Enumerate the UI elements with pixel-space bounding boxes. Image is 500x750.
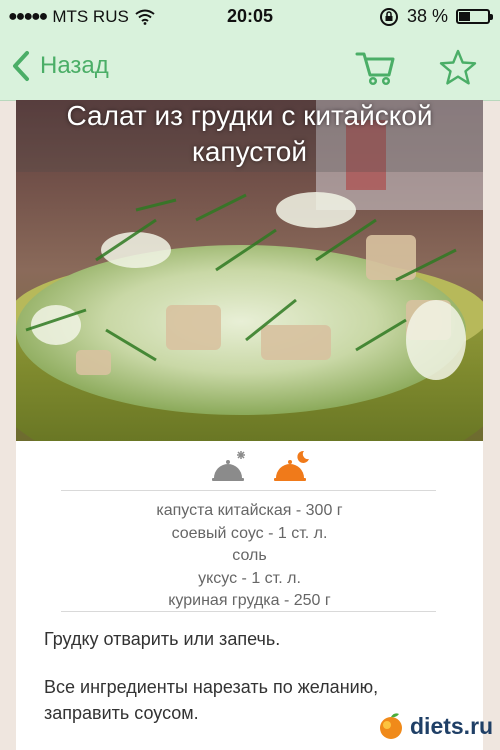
ingredient-item: соль: [232, 547, 267, 564]
watermark-text: diets.ru: [410, 712, 494, 739]
star-icon[interactable]: [439, 48, 477, 86]
back-button[interactable]: Назад: [10, 49, 109, 83]
rotation-lock-icon: [379, 7, 398, 26]
battery-icon: [456, 9, 493, 24]
ingredient-item: куриная грудка - 250 г: [168, 592, 331, 609]
status-right: 38 %: [379, 6, 493, 27]
battery-percent: 38 %: [406, 6, 448, 26]
step-text: Грудку отварить или запечь.: [44, 629, 281, 649]
ingredients-list: капуста китайская - 300 г соевый соус - …: [16, 500, 483, 613]
ingredient-item: капуста китайская - 300 г: [156, 502, 343, 519]
recipe-photo: Салат из грудки с китайской капустой: [16, 100, 483, 441]
apple-logo-icon: [380, 713, 402, 739]
ingredient-item: соевый соус - 1 ст. л.: [171, 524, 328, 542]
divider-bottom: [61, 611, 436, 612]
back-label: Назад: [40, 52, 109, 79]
recipe-title-line-2: капустой: [191, 136, 307, 167]
recipe-title-line-1: Салат из грудки с китайской: [66, 100, 433, 131]
cart-icon[interactable]: [355, 48, 395, 86]
navigation-bar: Назад: [0, 36, 500, 101]
recipe-title: Салат из грудки с китайской капустой: [16, 100, 483, 170]
ingredient-item: уксус - 1 ст. л.: [198, 569, 301, 587]
recipe-card: Салат из грудки с китайской капустой кап…: [16, 100, 483, 750]
chevron-left-icon: [13, 51, 29, 81]
cloche-night-icon: [274, 450, 309, 481]
meal-time-icons: [16, 450, 483, 486]
status-bar: ●●●●● MTS RUS 20:05 38 %: [0, 0, 500, 36]
watermark: diets.ru: [376, 710, 493, 742]
cloche-day-icon: [212, 451, 245, 481]
divider-top: [61, 490, 436, 491]
